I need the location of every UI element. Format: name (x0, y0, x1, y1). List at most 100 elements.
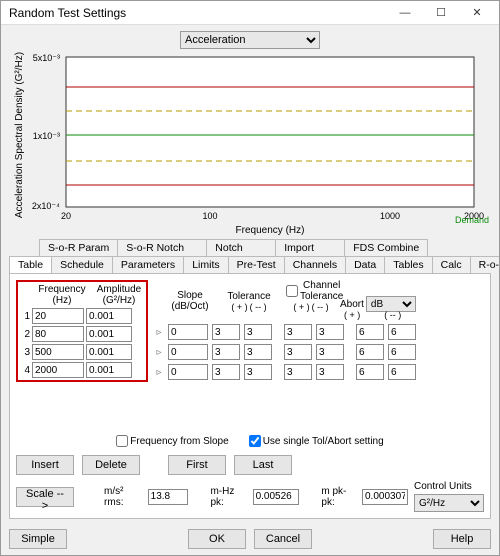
frequency-input[interactable] (32, 308, 84, 324)
tab-table[interactable]: Table (9, 256, 52, 273)
row-index: 3 (20, 347, 30, 358)
tab-parameters[interactable]: Parameters (112, 256, 184, 273)
tab-sor-param[interactable]: S-o-R Param (39, 239, 118, 256)
tab-pretest[interactable]: Pre-Test (228, 256, 285, 273)
signal-type-select[interactable]: Acceleration (180, 31, 320, 49)
x-axis-label: Frequency (Hz) (236, 225, 305, 236)
last-button[interactable]: Last (234, 455, 292, 475)
tab-tables[interactable]: Tables (384, 256, 432, 273)
tab-fds-combine[interactable]: FDS Combine (344, 239, 428, 256)
mpkpk-label: m pk-pk: (321, 486, 356, 508)
arrow-icon: ▹ (154, 347, 164, 358)
close-button[interactable]: ✕ (459, 2, 495, 24)
maximize-button[interactable]: ☐ (423, 2, 459, 24)
abort-minus-input[interactable] (388, 324, 416, 340)
tab-schedule[interactable]: Schedule (51, 256, 113, 273)
freq-from-slope-checkbox[interactable]: Frequency from Slope (116, 435, 228, 447)
tab-body: Frequency (Hz) Amplitude (G²/Hz) 1234 Sl… (9, 274, 491, 519)
tab-import[interactable]: Import (275, 239, 345, 256)
abort-minus-input[interactable] (388, 344, 416, 360)
abort-plus-input[interactable] (356, 364, 384, 380)
scale-button[interactable]: Scale --> (16, 487, 74, 507)
mpkpk-value[interactable] (362, 489, 408, 505)
mhzpk-value[interactable] (253, 489, 299, 505)
control-units-select[interactable]: G²/Hz (414, 494, 484, 512)
table-row: 4 (20, 362, 144, 378)
ok-button[interactable]: OK (188, 529, 246, 549)
table-row: 2 (20, 326, 144, 342)
mhzpk-label: m-Hz pk: (210, 486, 246, 508)
amplitude-input[interactable] (86, 362, 132, 378)
svg-text:1000: 1000 (380, 211, 400, 221)
window: Random Test Settings — ☐ ✕ Acceleration … (0, 0, 500, 556)
table-row: 3 (20, 344, 144, 360)
table-row: 1 (20, 308, 144, 324)
rms-label: m/s² rms: (104, 486, 142, 508)
frequency-input[interactable] (32, 362, 84, 378)
svg-text:2x10⁻⁴: 2x10⁻⁴ (32, 201, 60, 211)
insert-button[interactable]: Insert (16, 455, 74, 475)
tol-minus-input[interactable] (244, 344, 272, 360)
y-axis-label: Acceleration Spectral Density (G²/Hz) (14, 52, 25, 218)
amplitude-input[interactable] (86, 344, 132, 360)
legend-demand: Demand (455, 215, 489, 225)
tab-notch[interactable]: Notch (206, 239, 276, 256)
tab-channels[interactable]: Channels (284, 256, 346, 273)
simple-button[interactable]: Simple (9, 529, 67, 549)
tab-sor-notch[interactable]: S-o-R Notch (117, 239, 207, 256)
help-button[interactable]: Help (433, 529, 491, 549)
abort-minus-input[interactable] (388, 364, 416, 380)
tolerance-row: ▹ (154, 324, 484, 340)
ctol-plus-input[interactable] (284, 364, 312, 380)
row-index: 4 (20, 365, 30, 376)
arrow-icon: ▹ (154, 367, 164, 378)
tab-limits[interactable]: Limits (183, 256, 228, 273)
tab-ror[interactable]: R-o-R (470, 256, 499, 273)
tol-minus-input[interactable] (244, 324, 272, 340)
slope-input[interactable] (168, 324, 208, 340)
amplitude-input[interactable] (86, 326, 132, 342)
tab-calc[interactable]: Calc (432, 256, 471, 273)
tolerance-row: ▹ (154, 344, 484, 360)
slope-input[interactable] (168, 364, 208, 380)
cancel-button[interactable]: Cancel (254, 529, 312, 549)
col-header-slope: Slope (dB/Oct) (168, 290, 212, 312)
window-title: Random Test Settings (9, 6, 387, 20)
ctol-minus-input[interactable] (316, 344, 344, 360)
tab-row-upper: S-o-R Param S-o-R Notch Notch Import FDS… (9, 239, 491, 257)
tol-plus-input[interactable] (212, 364, 240, 380)
ctol-plus-input[interactable] (284, 324, 312, 340)
col-header-abort: Abort (340, 299, 364, 310)
dialog-button-bar: Simple OK Cancel Help (9, 523, 491, 549)
single-tol-checkbox[interactable]: Use single Tol/Abort setting (249, 435, 384, 447)
frequency-input[interactable] (32, 326, 84, 342)
svg-text:5x10⁻³: 5x10⁻³ (33, 53, 60, 63)
ctol-minus-input[interactable] (316, 364, 344, 380)
svg-text:100: 100 (202, 211, 217, 221)
tolerance-grid: Slope (dB/Oct) Tolerance ( + )( -- ) Cha… (154, 280, 484, 382)
breakpoint-table: Frequency (Hz) Amplitude (G²/Hz) 1234 (16, 280, 148, 382)
row-index: 2 (20, 329, 30, 340)
row-index: 1 (20, 311, 30, 322)
first-button[interactable]: First (168, 455, 226, 475)
channel-tolerance-checkbox[interactable]: Channel Tolerance (286, 280, 336, 302)
ctol-plus-input[interactable] (284, 344, 312, 360)
delete-button[interactable]: Delete (82, 455, 140, 475)
amplitude-input[interactable] (86, 308, 132, 324)
frequency-input[interactable] (32, 344, 84, 360)
abort-plus-input[interactable] (356, 344, 384, 360)
tab-data[interactable]: Data (345, 256, 385, 273)
tol-plus-input[interactable] (212, 344, 240, 360)
slope-input[interactable] (168, 344, 208, 360)
svg-text:1x10⁻³: 1x10⁻³ (33, 131, 60, 141)
spectrum-plot: 5x10⁻³ 1x10⁻³ 2x10⁻⁴ 20 100 1000 2000 Fr… (9, 51, 491, 237)
titlebar: Random Test Settings — ☐ ✕ (1, 1, 499, 25)
abort-plus-input[interactable] (356, 324, 384, 340)
svg-text:20: 20 (61, 211, 71, 221)
col-header-freq: Frequency (Hz) (34, 284, 90, 306)
tol-plus-input[interactable] (212, 324, 240, 340)
ctol-minus-input[interactable] (316, 324, 344, 340)
tol-minus-input[interactable] (244, 364, 272, 380)
rms-value[interactable] (148, 489, 188, 505)
minimize-button[interactable]: — (387, 2, 423, 24)
